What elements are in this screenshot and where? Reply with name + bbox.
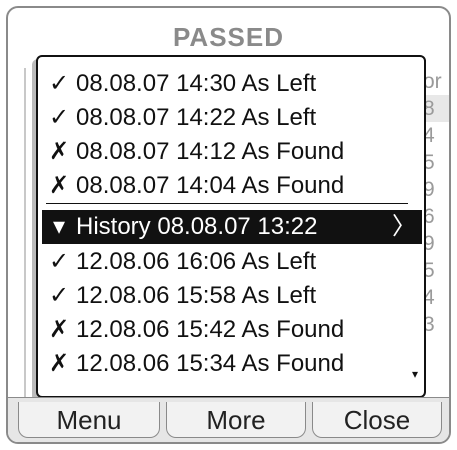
- list-item-label: 08.08.07 14:04 As Found: [76, 172, 345, 199]
- list-item-label: 12.08.06 15:58 As Left: [76, 282, 317, 309]
- check-icon: ✓: [48, 282, 70, 309]
- more-below-icon: ▾: [411, 367, 418, 381]
- close-button[interactable]: Close: [312, 402, 442, 438]
- background-value: 4: [423, 124, 435, 147]
- background-value: 6: [423, 205, 435, 228]
- background-value: 5: [423, 259, 435, 282]
- check-icon: ✓: [48, 104, 70, 131]
- list-item-label: 12.08.06 16:06 As Left: [76, 248, 317, 275]
- cross-icon: ✗: [48, 350, 70, 377]
- list-item-label: History 08.08.07 13:22: [76, 213, 318, 240]
- cross-icon: ✗: [48, 138, 70, 165]
- history-popup-list[interactable]: ✓ 08.08.07 14:30 As Left ✓ 08.08.07 14:22 …: [36, 55, 426, 398]
- list-item-label: 08.08.07 14:22 As Left: [76, 104, 317, 131]
- background-border: [24, 68, 26, 398]
- submenu-arrow-icon: 〉: [392, 213, 416, 240]
- list-item[interactable]: ✗ 08.08.07 14:04 As Found: [42, 169, 418, 203]
- list-item[interactable]: ✓ 12.08.06 15:58 As Left: [42, 279, 418, 313]
- check-icon: ✓: [48, 70, 70, 97]
- background-value: 9: [423, 178, 435, 201]
- background-value: 3: [423, 313, 435, 336]
- menu-button[interactable]: Menu: [18, 402, 160, 438]
- cross-icon: ✗: [48, 316, 70, 343]
- list-item-label: 08.08.07 14:12 As Found: [76, 138, 345, 165]
- background-value: 5: [423, 151, 435, 174]
- list-item-label: 12.08.06 15:42 As Found: [76, 316, 345, 343]
- list-item[interactable]: ✗ 12.08.06 15:42 As Found: [42, 313, 418, 347]
- background-value: 9: [423, 232, 435, 255]
- list-item[interactable]: ✓ 08.08.07 14:30 As Left: [42, 67, 418, 101]
- status-title: PASSED: [173, 22, 284, 52]
- list-divider: [46, 203, 408, 204]
- list-item-label: 12.08.06 15:34 As Found: [76, 350, 345, 377]
- cross-icon: ✗: [48, 172, 70, 199]
- device-screen: PASSED or 8 4 5 9 6 9 5 4 3 ✓ 08.08.07 14…: [6, 6, 451, 444]
- background-value-column: or 8 4 5 9 6 9 5 4 3: [423, 68, 449, 338]
- more-button[interactable]: More: [166, 402, 306, 438]
- background-value: or: [423, 70, 442, 93]
- list-item-selected[interactable]: ▾ History 08.08.07 13:22 〉: [42, 210, 422, 244]
- list-item[interactable]: ✗ 12.08.06 15:34 As Found ▾: [42, 347, 418, 381]
- softkey-bar: Menu More Close: [8, 397, 449, 442]
- list-item-label: 08.08.07 14:30 As Left: [76, 70, 317, 97]
- list-item[interactable]: ✓ 08.08.07 14:22 As Left: [42, 101, 418, 135]
- history-collapse-icon: ▾: [52, 213, 66, 240]
- list-item[interactable]: ✗ 08.08.07 14:12 As Found: [42, 135, 418, 169]
- check-icon: ✓: [48, 248, 70, 275]
- background-value: 4: [423, 286, 435, 309]
- background-value: 8: [423, 95, 449, 122]
- list-item[interactable]: ✓ 12.08.06 16:06 As Left: [42, 245, 418, 279]
